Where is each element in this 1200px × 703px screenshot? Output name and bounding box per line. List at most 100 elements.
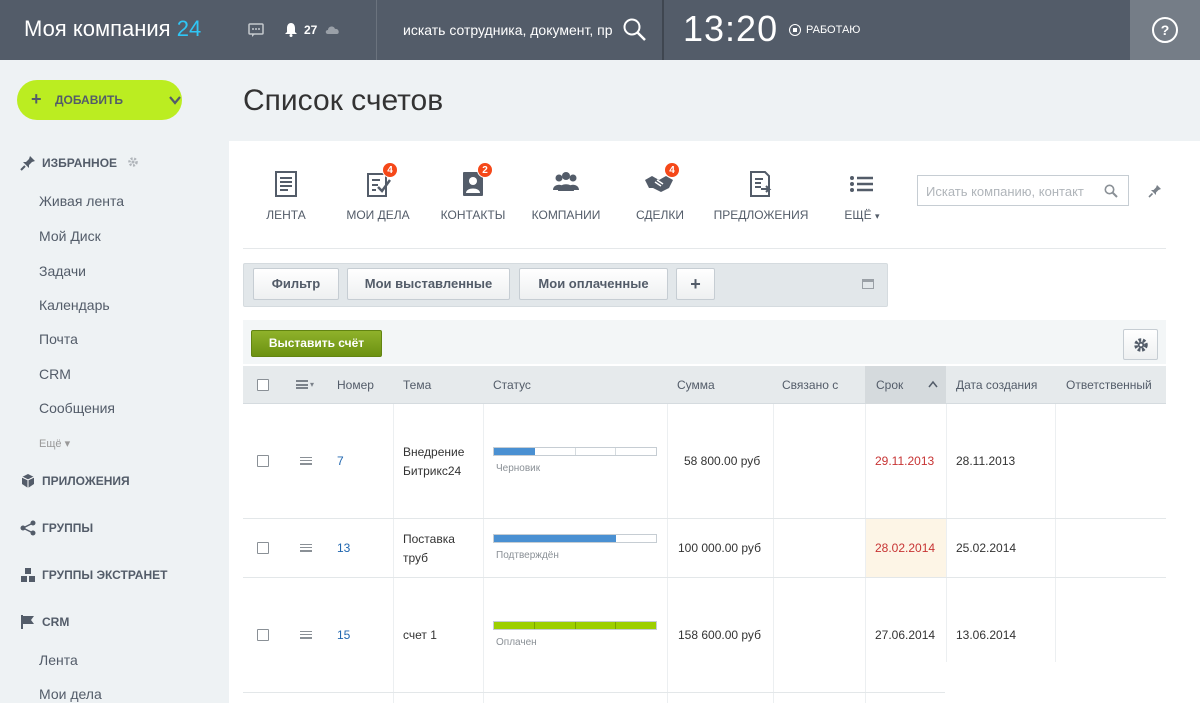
help-icon: ? [1152, 17, 1178, 43]
progress-segment [576, 448, 617, 455]
invoice-due-date: 29.11.2013 [875, 454, 935, 468]
column-header-responsible[interactable]: Ответственный [1066, 378, 1152, 392]
toolbar-quotes[interactable]: ПРЕДЛОЖЕНИЯ [711, 162, 811, 232]
collapse-icon[interactable] [862, 279, 874, 289]
progress-segment [616, 448, 656, 455]
sidebar-item-messages[interactable]: Сообщения [39, 400, 115, 416]
flag-icon [21, 615, 34, 629]
row-checkbox[interactable] [257, 629, 269, 641]
column-header-amount[interactable]: Сумма [677, 378, 715, 392]
progress-segment [534, 535, 576, 542]
toolbar-divider [243, 248, 1166, 249]
invoice-subject: Внедрение Битрикс24 [403, 443, 483, 481]
invoice-amount: 58 800.00 руб [684, 454, 761, 468]
sidebar-item-my-drive[interactable]: Мой Диск [39, 228, 101, 244]
filter-preset-my-issued[interactable]: Мои выставленные [347, 268, 510, 300]
row-checkbox[interactable] [257, 542, 269, 554]
sidebar-item-crm[interactable]: CRM [39, 366, 71, 382]
status-progress-bar[interactable] [493, 621, 657, 630]
sort-asc-icon[interactable] [928, 380, 938, 388]
global-search-input[interactable] [403, 18, 613, 42]
chevron-down-icon: ▾ [310, 380, 315, 389]
crm-search-input[interactable] [926, 181, 1096, 201]
toolbar-label: ЕЩЁ ▾ [812, 208, 912, 222]
column-divider [667, 404, 668, 703]
search-icon[interactable] [1104, 184, 1118, 198]
row-menu-icon[interactable] [300, 544, 312, 552]
chat-icon[interactable] [246, 20, 266, 40]
grid-settings-button[interactable] [1123, 329, 1158, 360]
sidebar-item-mail[interactable]: Почта [39, 331, 78, 347]
column-header-related[interactable]: Связано с [782, 378, 838, 392]
toolbar-contacts[interactable]: 2 КОНТАКТЫ [423, 162, 523, 232]
pin-icon[interactable] [1148, 184, 1162, 198]
column-header-number[interactable]: Номер [337, 378, 374, 392]
top-header: Моя компания 24 27 13:20 РАБОТАЮ ? [0, 0, 1200, 60]
company-name: Моя компания [24, 16, 171, 41]
notifications-count: 27 [304, 23, 318, 37]
invoice-number-link[interactable]: 15 [337, 628, 350, 642]
sidebar-item-calendar[interactable]: Календарь [39, 297, 110, 313]
progress-segment [575, 622, 617, 629]
feed-icon [275, 171, 297, 197]
toolbar-companies[interactable]: КОМПАНИИ [516, 162, 616, 232]
row-divider [243, 518, 1166, 519]
sidebar-section-label: ИЗБРАННОЕ [42, 156, 118, 170]
sidebar-item-tasks[interactable]: Задачи [39, 263, 86, 279]
row-menu-icon[interactable] [300, 457, 312, 465]
column-header-subject[interactable]: Тема [403, 378, 431, 392]
sidebar-more-link[interactable]: Ещё ▾ [39, 437, 70, 450]
invoice-created-date: 13.06.2014 [956, 628, 1017, 642]
chevron-down-icon: ▾ [875, 211, 880, 221]
toolbar-label: ЛЕНТА [266, 208, 306, 222]
help-button[interactable]: ? [1130, 0, 1200, 60]
progress-segment [494, 622, 535, 629]
sidebar-section-label: ГРУППЫ [42, 521, 94, 535]
column-divider [1055, 404, 1056, 703]
select-all-checkbox[interactable] [257, 379, 269, 391]
column-menu-icon[interactable] [296, 380, 308, 389]
search-icon[interactable] [622, 17, 648, 43]
column-divider [946, 404, 947, 703]
status-progress-bar[interactable] [493, 534, 657, 543]
sidebar-item-my-activities[interactable]: Мои дела [39, 686, 102, 702]
clock-time[interactable]: 13:20 [683, 8, 778, 50]
sidebar-item-crm-feed[interactable]: Лента [39, 652, 78, 668]
company-logo[interactable]: Моя компания 24 [24, 16, 201, 42]
chevron-down-icon: ▾ [64, 438, 71, 450]
column-divider [483, 404, 484, 703]
column-header-created[interactable]: Дата создания [956, 378, 1037, 392]
add-button[interactable]: + ДОБАВИТЬ [17, 80, 182, 120]
column-header-due-date[interactable]: Срок [876, 378, 903, 392]
invoice-number-link[interactable]: 7 [337, 454, 344, 468]
progress-segment [494, 448, 535, 455]
cloud-icon[interactable] [324, 21, 342, 39]
cube-icon [21, 474, 35, 488]
progress-segment [534, 622, 576, 629]
add-filter-button[interactable]: + [676, 268, 715, 300]
toolbar-more[interactable]: ЕЩЁ ▾ [812, 162, 912, 232]
page-title: Список счетов [243, 84, 444, 117]
notifications-button[interactable]: 27 [284, 20, 324, 40]
progress-segment [616, 622, 656, 629]
crm-search [917, 175, 1129, 206]
header-divider [662, 0, 664, 60]
column-header-status[interactable]: Статус [493, 378, 531, 392]
toolbar-my-activities[interactable]: 4 МОИ ДЕЛА [328, 162, 428, 232]
issue-invoice-button[interactable]: Выставить счёт [251, 330, 382, 357]
row-menu-icon[interactable] [300, 631, 312, 639]
toolbar-feed[interactable]: ЛЕНТА [236, 162, 336, 232]
sidebar-item-feed[interactable]: Живая лента [39, 193, 124, 209]
filter-button[interactable]: Фильтр [253, 268, 339, 300]
row-checkbox[interactable] [257, 455, 269, 467]
quotes-icon [750, 171, 772, 197]
toolbar-deals[interactable]: 4 СДЕЛКИ [610, 162, 710, 232]
invoice-due-date: 27.06.2014 [875, 628, 936, 642]
toolbar-label: ПРЕДЛОЖЕНИЯ [713, 208, 809, 222]
company-number: 24 [176, 16, 202, 41]
filter-preset-my-paid[interactable]: Мои оплаченные [519, 268, 668, 300]
status-progress-bar[interactable] [493, 447, 657, 456]
progress-segment [575, 535, 617, 542]
invoice-number-link[interactable]: 13 [337, 541, 350, 555]
gear-icon[interactable] [127, 156, 139, 168]
